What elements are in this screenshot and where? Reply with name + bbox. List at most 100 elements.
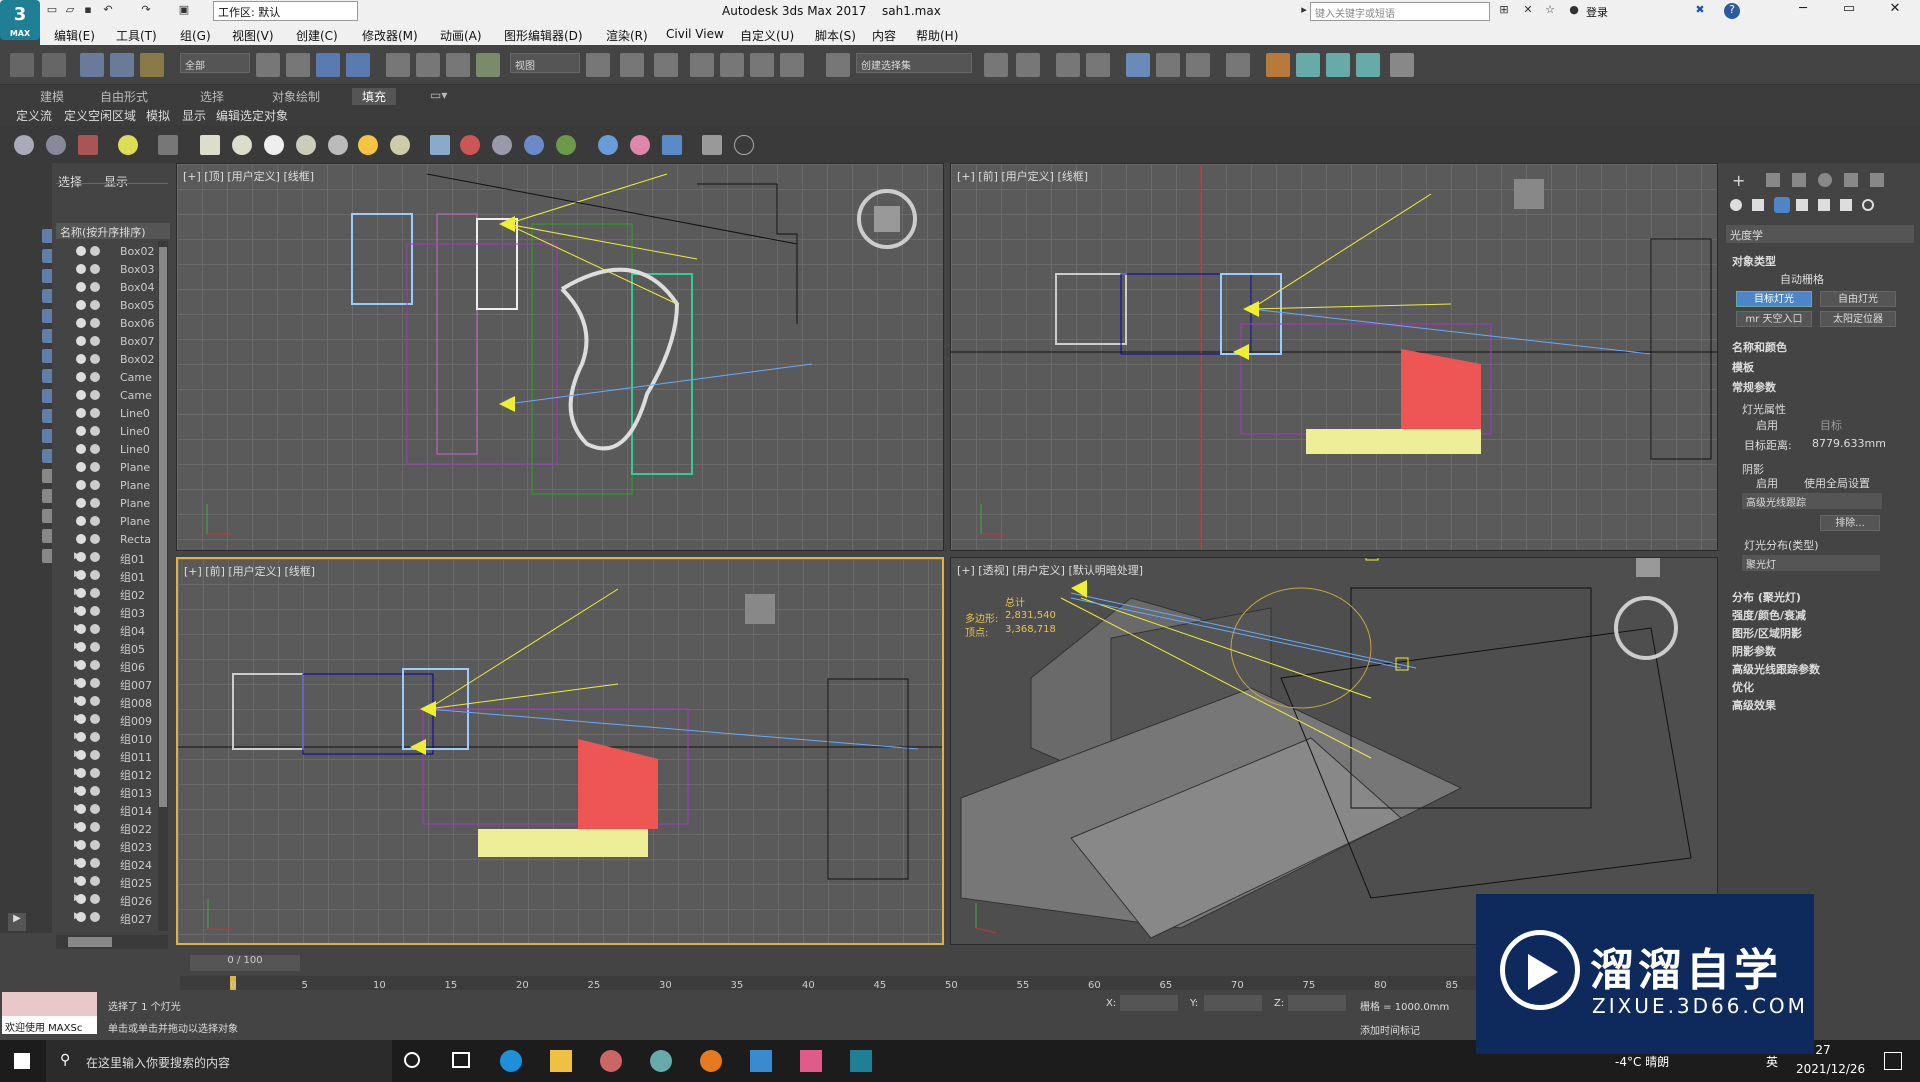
list-item[interactable]: ▶组03	[52, 603, 170, 621]
freeze-icon[interactable]	[90, 300, 100, 310]
visibility-icon[interactable]	[76, 840, 86, 850]
free-light-button[interactable]: 自由灯光	[1820, 291, 1896, 307]
list-item[interactable]: Line0	[52, 423, 170, 441]
visibility-icon[interactable]	[76, 714, 86, 724]
visibility-icon[interactable]	[76, 534, 86, 544]
visibility-icon[interactable]	[76, 768, 86, 778]
rollout-optimize[interactable]: 优化	[1732, 679, 1754, 695]
list-item[interactable]: ▶组025	[52, 873, 170, 891]
exchange-icon[interactable]: ✖	[1692, 3, 1708, 19]
geometry-icon[interactable]	[1730, 199, 1742, 211]
viewport-label[interactable]: [+] [前] [用户定义] [线框]	[957, 168, 1088, 184]
ribbon-tab-freeform[interactable]: 自由形式	[100, 88, 148, 105]
rollout-raytrace-params[interactable]: 高级光线跟踪参数	[1732, 661, 1820, 677]
visibility-icon[interactable]	[76, 786, 86, 796]
cylinder-icon[interactable]	[296, 135, 316, 155]
named-selection-set-dropdown[interactable]: 创建选择集	[856, 53, 972, 73]
list-item[interactable]: ▶组011	[52, 747, 170, 765]
rollout-distribution[interactable]: 分布 (聚光灯)	[1732, 589, 1801, 605]
shadow-enable-checkbox[interactable]: 启用	[1756, 475, 1778, 491]
clock-date[interactable]: 2021/12/26	[1796, 1062, 1865, 1076]
ribbon-define-idle-areas[interactable]: 定义空闲区域	[64, 107, 136, 124]
list-item[interactable]: Box07	[52, 333, 170, 351]
list-item[interactable]: Plane	[52, 495, 170, 513]
ribbon-tab-modeling[interactable]: 建模	[40, 88, 64, 105]
app-icon[interactable]	[600, 1050, 622, 1072]
viewport-label[interactable]: [+] [前] [用户定义] [线框]	[184, 563, 315, 579]
list-item[interactable]: ▶组012	[52, 765, 170, 783]
login-link[interactable]: 登录	[1586, 4, 1608, 20]
freeze-icon[interactable]	[90, 336, 100, 346]
save-icon[interactable]: ▪	[80, 3, 96, 19]
z-field[interactable]	[1288, 995, 1346, 1011]
help-icon[interactable]: ?	[1724, 3, 1740, 19]
freeze-icon[interactable]	[90, 840, 100, 850]
plane-icon[interactable]	[200, 135, 220, 155]
rollout-advanced-effects[interactable]: 高级效果	[1732, 697, 1776, 713]
pivot-center-icon[interactable]	[586, 53, 610, 77]
ribbon-tab-populate[interactable]: 填充	[352, 88, 397, 105]
visibility-icon[interactable]	[76, 516, 86, 526]
list-item[interactable]: ▶组008	[52, 693, 170, 711]
reference-coordinate-dropdown[interactable]: 视图	[510, 53, 580, 73]
visibility-icon[interactable]	[76, 282, 86, 292]
freeze-icon[interactable]	[90, 408, 100, 418]
selection-filter-dropdown[interactable]: 全部	[180, 53, 250, 73]
ribbon-edit-selected[interactable]: 编辑选定对象	[216, 107, 288, 124]
freeze-icon[interactable]	[90, 372, 100, 382]
freeze-icon[interactable]	[90, 606, 100, 616]
explorer-scrollbar[interactable]	[158, 241, 168, 931]
target-light-button[interactable]: 目标灯光	[1736, 291, 1812, 307]
search-input[interactable]: 键入关键字或短语	[1310, 2, 1490, 21]
sky-portal-button[interactable]: mr 天空入口	[1736, 311, 1812, 327]
visibility-icon[interactable]	[76, 642, 86, 652]
freeze-icon[interactable]	[90, 624, 100, 634]
notepad-icon[interactable]	[750, 1050, 772, 1072]
visibility-icon[interactable]	[76, 246, 86, 256]
favorites-icon[interactable]: ☆	[1542, 3, 1558, 19]
visibility-icon[interactable]	[76, 336, 86, 346]
list-item[interactable]: ▶组022	[52, 819, 170, 837]
spinner-snap-icon[interactable]	[780, 53, 804, 77]
freeze-icon[interactable]	[90, 822, 100, 832]
list-item[interactable]: ▶组01	[52, 549, 170, 567]
select-manipulate-icon[interactable]	[620, 53, 644, 77]
visibility-icon[interactable]	[76, 426, 86, 436]
angle-snap-icon[interactable]	[720, 53, 744, 77]
menu-help[interactable]: 帮助(H)	[916, 27, 958, 44]
menu-group[interactable]: 组(G)	[180, 27, 211, 44]
visibility-icon[interactable]	[76, 858, 86, 868]
visibility-icon[interactable]	[76, 264, 86, 274]
input-language[interactable]: 英	[1766, 1053, 1778, 1070]
rollout-shape-shadows[interactable]: 图形/区域阴影	[1732, 625, 1802, 641]
edge-icon[interactable]	[500, 1050, 522, 1072]
ribbon-simulate[interactable]: 模拟	[146, 107, 170, 124]
undo-icon[interactable]	[10, 53, 34, 77]
helper-icon[interactable]	[460, 135, 480, 155]
close-button[interactable]: ✕	[1872, 1, 1918, 22]
ribbon-display[interactable]: 显示	[182, 107, 206, 124]
list-item[interactable]: Line0	[52, 441, 170, 459]
rollout-intensity[interactable]: 强度/颜色/衰减	[1732, 607, 1806, 623]
x-field[interactable]	[1120, 995, 1178, 1011]
list-item[interactable]: ▶组007	[52, 675, 170, 693]
shadow-type-dropdown[interactable]: 高级光线跟踪	[1742, 493, 1882, 509]
list-item[interactable]: Box03	[52, 261, 170, 279]
camera-icon[interactable]	[158, 135, 178, 155]
teapot-icon[interactable]	[14, 135, 34, 155]
freeze-icon[interactable]	[90, 246, 100, 256]
list-item[interactable]: Recta	[52, 531, 170, 549]
menu-create[interactable]: 创建(C)	[296, 27, 338, 44]
freeze-icon[interactable]	[90, 732, 100, 742]
visibility-icon[interactable]	[76, 552, 86, 562]
visibility-icon[interactable]	[76, 696, 86, 706]
menu-civil-view[interactable]: Civil View	[666, 27, 724, 41]
freeze-icon[interactable]	[90, 498, 100, 508]
app-logo[interactable]: 3 MAX	[0, 0, 40, 40]
visibility-icon[interactable]	[76, 318, 86, 328]
freeze-icon[interactable]	[90, 462, 100, 472]
toggle-ribbon-icon[interactable]	[1126, 53, 1150, 77]
lights-icon[interactable]	[1774, 197, 1790, 213]
sun-positioner-button[interactable]: 太阳定位器	[1820, 311, 1896, 327]
list-item[interactable]: Box02	[52, 351, 170, 369]
